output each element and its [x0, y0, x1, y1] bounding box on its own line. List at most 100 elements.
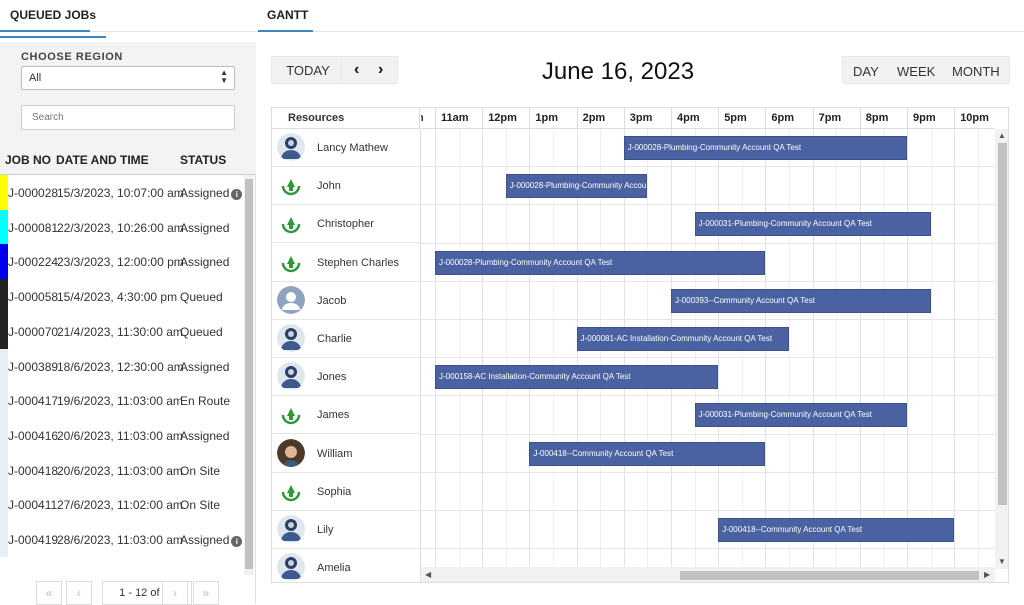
- jobs-table-body: J-000028 15/3/2023, 10:07:00 am Assigned i J…: [0, 175, 242, 573]
- table-row[interactable]: J-000417 19/6/2023, 11:03:00 am En Route: [0, 383, 242, 419]
- job-bar[interactable]: J-000028-Plumbing-Community Account QA T…: [623, 136, 907, 160]
- tab-bar: QUEUED JOBs GANTT: [0, 0, 1024, 38]
- table-row[interactable]: J-000416 20/6/2023, 11:03:00 am Assigned: [0, 417, 242, 453]
- grid-line: [458, 129, 460, 567]
- resource-row[interactable]: Stephen Charles: [272, 244, 420, 282]
- job-date-time: 20/6/2023, 11:03:00 am: [57, 428, 183, 443]
- table-row[interactable]: J-000070 21/4/2023, 11:30:00 am Queued: [0, 313, 242, 349]
- job-bar[interactable]: J-000031-Plumbing-Community Account QA T…: [694, 212, 931, 237]
- resource-row[interactable]: Charlie: [272, 320, 420, 358]
- job-status: Queued: [180, 324, 223, 339]
- job-date-time: 23/3/2023, 12:00:00 pm: [57, 255, 184, 270]
- gantt-vertical-scrollbar[interactable]: ▲ ▼: [995, 129, 1008, 569]
- view-day-button[interactable]: DAY: [853, 64, 879, 79]
- grid-line: [482, 129, 484, 567]
- avatar: [277, 438, 305, 467]
- pager-prev-button[interactable]: ‹: [66, 581, 92, 605]
- info-icon[interactable]: i: [231, 536, 242, 547]
- scroll-right-arrow-icon[interactable]: ▶: [984, 570, 990, 579]
- resource-row[interactable]: Lily: [272, 511, 420, 549]
- resource-name: Jones: [317, 371, 347, 384]
- resource-row[interactable]: Lancy Mathew: [272, 129, 420, 167]
- table-row[interactable]: J-000389 18/6/2023, 12:30:00 am Assigned: [0, 348, 242, 384]
- tab-gantt[interactable]: GANTT: [267, 8, 308, 28]
- jobs-scrollbar[interactable]: [244, 175, 254, 575]
- job-color-marker: [0, 175, 8, 210]
- job-date-time: 18/6/2023, 12:30:00 am: [57, 359, 184, 374]
- current-date-title: June 16, 2023: [541, 58, 695, 85]
- job-number: J-000419: [8, 533, 59, 547]
- resource-row[interactable]: Jacob: [272, 282, 420, 320]
- table-row[interactable]: J-000058 15/4/2023, 4:30:00 pm Queued: [0, 279, 242, 315]
- job-color-marker: [0, 313, 8, 349]
- job-bar[interactable]: J-000028-Plumbing-Community Account QA T…: [435, 250, 766, 275]
- hour-label: 2pm: [582, 112, 606, 124]
- scrollbar-thumb[interactable]: [998, 143, 1007, 505]
- grid-line: [789, 129, 790, 567]
- row-divider: [421, 395, 995, 397]
- view-week-button[interactable]: WEEK: [897, 64, 935, 79]
- job-number: J-000028: [8, 186, 59, 200]
- scroll-up-arrow-icon[interactable]: ▲: [998, 131, 1006, 140]
- job-bar[interactable]: J-000158-AC Installation-Community Accou…: [435, 365, 719, 390]
- resource-row[interactable]: Christopher: [272, 205, 420, 244]
- region-select[interactable]: All ▲ ▼: [21, 66, 235, 90]
- pager-first-button[interactable]: «: [36, 581, 62, 605]
- job-status: Assigned: [180, 359, 230, 374]
- resource-row[interactable]: Sophia: [272, 473, 420, 511]
- hour-divider: [482, 108, 484, 128]
- pager-next-button[interactable]: ›: [162, 581, 188, 605]
- resource-row[interactable]: James: [272, 396, 420, 435]
- resource-row[interactable]: William: [272, 435, 420, 473]
- resource-row[interactable]: Jones: [272, 358, 420, 397]
- job-bar[interactable]: J-000031-Plumbing-Community Account QA T…: [694, 403, 907, 428]
- job-color-marker: [0, 209, 8, 245]
- scrollbar-thumb[interactable]: [245, 179, 253, 569]
- job-color-marker: [0, 244, 8, 280]
- info-icon[interactable]: i: [231, 189, 242, 200]
- gantt-horizontal-scrollbar[interactable]: ◀ ▶: [421, 567, 995, 582]
- row-divider: [421, 510, 995, 511]
- job-status: Assigned: [180, 255, 230, 270]
- resource-row[interactable]: Amelia: [272, 549, 420, 582]
- job-bar[interactable]: J-000393--Community Account QA Test: [671, 288, 931, 313]
- prev-day-button[interactable]: ‹: [354, 61, 359, 79]
- gantt-chart: Resources n 11am 12pm 1pm 2pm 3pm 4pm 5pm 6pm 7pm…: [271, 107, 1009, 583]
- resource-row[interactable]: John: [272, 167, 420, 206]
- grid-line: [883, 129, 885, 567]
- table-row[interactable]: J-000419 28/6/2023, 11:03:00 am Assigned i: [0, 522, 242, 557]
- resources-column: Lancy Mathew John Christopher Stephen Charl…: [272, 129, 421, 582]
- tab-queued-jobs[interactable]: QUEUED JOBs: [0, 8, 107, 38]
- search-input[interactable]: [21, 105, 235, 130]
- table-row[interactable]: J-000028 15/3/2023, 10:07:00 am Assigned i: [0, 175, 242, 210]
- scroll-left-arrow-icon[interactable]: ◀: [425, 570, 431, 579]
- hour-label: 12pm: [488, 112, 517, 124]
- hour-divider: [907, 108, 908, 128]
- today-button[interactable]: TODAY: [271, 56, 345, 84]
- grid-line: [836, 129, 838, 567]
- col-header-date-time[interactable]: DATE AND TIME: [56, 153, 149, 167]
- resource-name: James: [317, 409, 350, 422]
- col-header-status[interactable]: STATUS: [180, 153, 226, 167]
- job-bar[interactable]: J-000081-AC Installation-Community Accou…: [576, 327, 789, 351]
- next-day-button[interactable]: ›: [378, 61, 383, 79]
- job-bar[interactable]: J-000418--Community Account QA Test: [529, 441, 766, 466]
- job-status: On Site: [180, 498, 221, 513]
- resource-name: Christopher: [317, 218, 374, 231]
- table-row[interactable]: J-000224 23/3/2023, 12:00:00 pm Assigned: [0, 244, 242, 280]
- scroll-down-arrow-icon[interactable]: ▼: [998, 557, 1006, 566]
- table-row[interactable]: J-000418 20/6/2023, 11:03:00 am On Site: [0, 452, 242, 488]
- job-color-marker: [0, 487, 8, 523]
- hour-divider: [623, 108, 625, 128]
- table-row[interactable]: J-000411 27/6/2023, 11:02:00 am On Site: [0, 487, 242, 523]
- pager-last-button[interactable]: »: [193, 581, 219, 605]
- view-month-button[interactable]: MONTH: [952, 64, 1000, 79]
- job-number: J-000416: [8, 428, 59, 443]
- table-row[interactable]: J-000081 22/3/2023, 10:26:00 am Assigned: [0, 209, 242, 245]
- job-color-marker: [0, 417, 8, 453]
- job-bar[interactable]: J-000028-Plumbing-Community Account QA T…: [505, 174, 648, 199]
- col-header-job-no[interactable]: JOB NO: [5, 153, 51, 167]
- job-bar[interactable]: J-000418--Community Account QA Test: [718, 518, 955, 542]
- scrollbar-thumb[interactable]: [680, 571, 979, 580]
- row-divider: [421, 471, 995, 473]
